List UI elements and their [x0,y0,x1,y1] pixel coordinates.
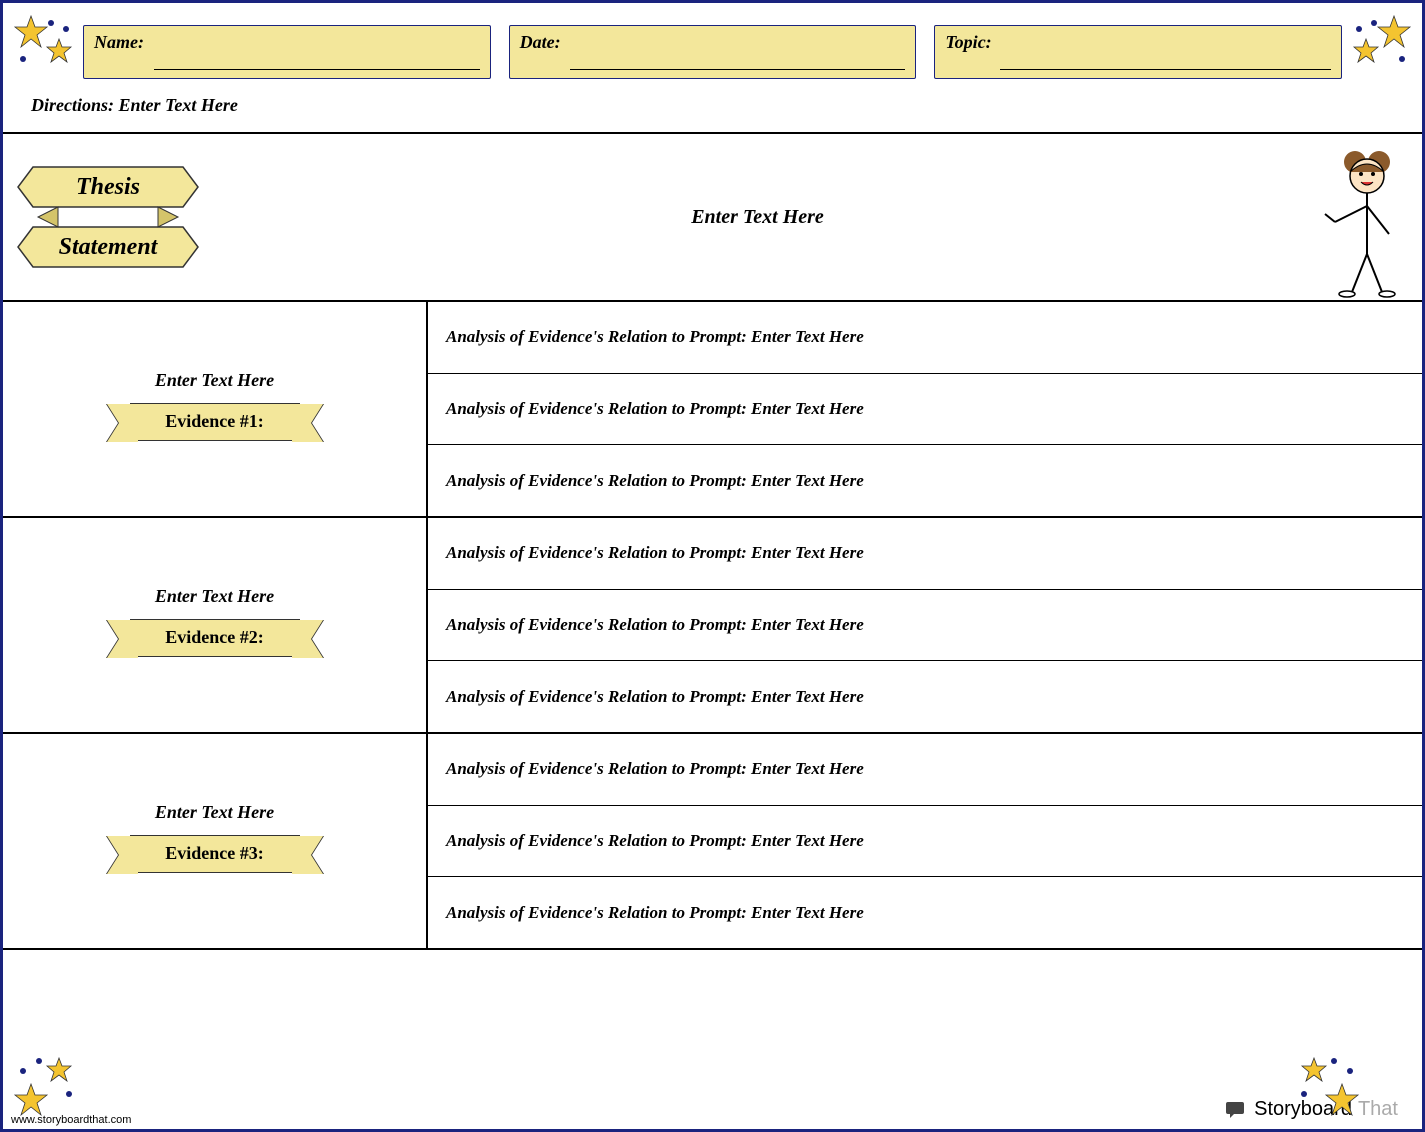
evidence-2-left[interactable]: Enter Text Here Evidence #2: [3,518,428,732]
header-row: Name: Date: Topic: [3,3,1422,91]
evidence-1-left[interactable]: Enter Text Here Evidence #1: [3,302,428,516]
evidence-1-right: Analysis of Evidence's Relation to Promp… [428,302,1422,516]
topic-field[interactable]: Topic: [934,25,1342,79]
thesis-ribbon-line2: Statement [59,234,159,260]
name-label: Name: [94,32,144,52]
worksheet-page: Name: Date: Topic: Directions: Enter Tex… [0,0,1425,1132]
topic-label: Topic: [945,32,991,52]
analysis-cell[interactable]: Analysis of Evidence's Relation to Promp… [428,518,1422,590]
evidence-2-right: Analysis of Evidence's Relation to Promp… [428,518,1422,732]
analysis-cell[interactable]: Analysis of Evidence's Relation to Promp… [428,590,1422,662]
evidence-3-right: Analysis of Evidence's Relation to Promp… [428,734,1422,948]
evidence-2-text: Enter Text Here [155,586,274,607]
analysis-cell[interactable]: Analysis of Evidence's Relation to Promp… [428,374,1422,446]
thesis-row: Thesis Statement Enter Text Here [3,132,1422,302]
evidence-3-banner: Evidence #3: [130,835,300,873]
thesis-ribbon-line1: Thesis [76,174,140,200]
analysis-cell[interactable]: Analysis of Evidence's Relation to Promp… [428,302,1422,374]
date-field[interactable]: Date: [509,25,917,79]
star-decoration-icon [11,1046,86,1121]
evidence-row-1: Enter Text Here Evidence #1: Analysis of… [3,302,1422,518]
thesis-ribbon-cell: Thesis Statement [3,134,213,300]
star-decoration-icon [1339,11,1414,86]
analysis-cell[interactable]: Analysis of Evidence's Relation to Promp… [428,445,1422,516]
evidence-2-banner: Evidence #2: [130,619,300,657]
name-field[interactable]: Name: [83,25,491,79]
evidence-row-2: Enter Text Here Evidence #2: Analysis of… [3,518,1422,734]
star-decoration-icon [11,11,86,86]
speech-bubble-icon [1226,1100,1248,1120]
analysis-cell[interactable]: Analysis of Evidence's Relation to Promp… [428,734,1422,806]
girl-character-icon [1317,144,1417,299]
logo-that: That [1358,1098,1398,1121]
evidence-3-left[interactable]: Enter Text Here Evidence #3: [3,734,428,948]
date-underline [570,69,906,70]
analysis-cell[interactable]: Analysis of Evidence's Relation to Promp… [428,661,1422,732]
thesis-ribbon-icon: Thesis Statement [8,142,208,292]
name-underline [154,69,480,70]
topic-underline [1000,69,1331,70]
evidence-3-text: Enter Text Here [155,802,274,823]
directions-text[interactable]: Directions: Enter Text Here [3,91,1422,132]
date-label: Date: [520,32,561,52]
thesis-text-area[interactable]: Enter Text Here [213,134,1302,300]
evidence-1-text: Enter Text Here [155,370,274,391]
analysis-cell[interactable]: Analysis of Evidence's Relation to Promp… [428,806,1422,878]
evidence-row-3: Enter Text Here Evidence #3: Analysis of… [3,734,1422,950]
evidence-1-banner: Evidence #1: [130,403,300,441]
girl-character-cell [1302,134,1422,300]
analysis-cell[interactable]: Analysis of Evidence's Relation to Promp… [428,877,1422,948]
star-decoration-icon [1287,1046,1362,1121]
